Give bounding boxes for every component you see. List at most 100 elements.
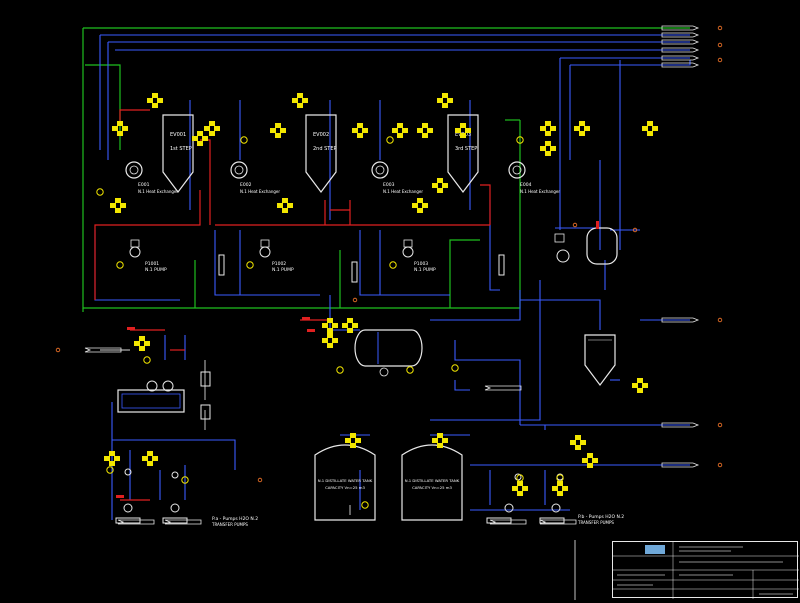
pump-group-left (115, 468, 188, 524)
line-marker (55, 347, 61, 353)
evaporator-label: 1st STEP (170, 146, 192, 152)
heat-exchanger-e001: E001 N.1 Heat Exchanger (125, 161, 178, 194)
line-marker (717, 25, 723, 31)
heat-exchanger-tag: E002 (240, 182, 252, 188)
heat-exchanger-label: N.1 Heat Exchanger (138, 189, 178, 194)
off-page-connectors (84, 25, 700, 525)
pump-group-note: TRANSFER PUMPS (577, 520, 614, 525)
line-marker (257, 477, 263, 483)
instrument-cluster (352, 123, 368, 138)
instrument-cluster (540, 121, 556, 136)
pump-p1003: P1003 N.1 PUMP (402, 239, 436, 273)
condensate-receiver (554, 227, 618, 265)
pump-p1001: P1001 N.1 PUMP (129, 239, 167, 273)
pump-label: N.1 PUMP (272, 267, 294, 273)
pid-diagram: EV001 1st STEP EV002 2nd STEP EV003 3rd … (55, 25, 723, 600)
instrument-cluster (204, 121, 220, 136)
instrument-cluster (417, 123, 433, 138)
heat-exchanger-tag: E001 (138, 182, 150, 188)
instrument-cluster (134, 336, 150, 351)
instrument-bubble (406, 366, 414, 374)
instrument-cluster (142, 451, 158, 466)
instrument-bubble (361, 501, 369, 509)
pump-group-note: TRANSFER PUMPS (211, 522, 248, 527)
instrument-bubble (116, 261, 124, 269)
instrument-cluster (292, 93, 308, 108)
instrument-cluster (192, 131, 208, 146)
heat-exchanger-label: N.1 Heat Exchanger (240, 189, 280, 194)
instrument-bubble (96, 188, 104, 196)
line-marker (717, 42, 723, 48)
distillate-tank-1: N.1 DISTILLATE WATER TANK CAPACITY Vn=25… (314, 444, 376, 521)
evaporator-label: 2nd STEP (313, 146, 337, 152)
instrument-bubble (386, 136, 394, 144)
heat-exchanger-e004: E004 N.1 Heat Exchanger (508, 161, 560, 194)
title-block-grid (613, 542, 799, 599)
tank-capacity: CAPACITY Vn=25 m3 (325, 485, 365, 490)
cyclone-separator (584, 334, 616, 386)
title-block (612, 541, 799, 599)
instrument-cluster (412, 198, 428, 213)
instrument-cluster (582, 453, 598, 468)
instrument-cluster (277, 198, 293, 213)
heat-exchanger-e002: E002 N.1 Heat Exchanger (230, 161, 280, 194)
pump-p1002: P1002 N.1 PUMP (259, 239, 294, 273)
tank-label: N.1 DISTILLATE WATER TANK (318, 478, 373, 483)
instrument-cluster (110, 198, 126, 213)
instrument-cluster (437, 93, 453, 108)
instrument-cluster (552, 481, 568, 496)
instrument-bubble (516, 474, 524, 482)
line-marker (717, 317, 723, 323)
instrument-bubble (389, 261, 397, 269)
instrument-cluster (270, 123, 286, 138)
line-marker (717, 422, 723, 428)
instrument-bubble (143, 356, 151, 364)
evaporator-ev001: EV001 1st STEP (162, 114, 194, 193)
instrument-cluster (392, 123, 408, 138)
red-pipe-network (94, 109, 491, 501)
line-marker (717, 462, 723, 468)
pump-tag: P1002 (272, 261, 286, 267)
instrument-bubble (246, 261, 254, 269)
pump-label: N.1 PUMP (145, 267, 167, 273)
instrument-cluster (642, 121, 658, 136)
tank-label: N.1 DISTILLATE WATER TANK (405, 478, 460, 483)
white-lines (100, 349, 576, 600)
company-logo (645, 545, 665, 554)
instrument-cluster (322, 333, 338, 348)
instrument-cluster (570, 435, 586, 450)
instrument-tags (96, 93, 658, 509)
line-marker (352, 297, 358, 303)
instrument-cluster (512, 481, 528, 496)
green-pipe-network (82, 27, 690, 312)
blue-pipe-network (94, 34, 691, 520)
heat-exchanger-e003: E003 N.1 Heat Exchanger (371, 161, 423, 194)
instrument-cluster (540, 141, 556, 156)
heat-exchanger-tag: E004 (520, 182, 532, 188)
instrument-cluster (632, 378, 648, 393)
instrument-cluster (432, 178, 448, 193)
heat-exchanger-label: N.1 Heat Exchanger (520, 189, 560, 194)
evaporator-label: 3rd STEP (455, 146, 477, 152)
instrument-bubble (451, 364, 459, 372)
evaporator-tag: EV001 (170, 132, 186, 138)
heat-exchanger-label: N.1 Heat Exchanger (383, 189, 423, 194)
instrument-cluster (342, 318, 358, 333)
pump-label: N.1 PUMP (414, 267, 436, 273)
instrument-bubble (240, 136, 248, 144)
tank-capacity: CAPACITY Vn=25 m3 (412, 485, 452, 490)
pump-tag: P1003 (414, 261, 428, 267)
pump-group-right (486, 473, 565, 524)
sight-glasses (218, 254, 505, 283)
evaporator-ev002: EV002 2nd STEP (305, 114, 337, 193)
heat-exchanger-tag: E003 (383, 182, 395, 188)
pump-tag: P1001 (145, 261, 159, 267)
evaporator-tag: EV002 (313, 132, 329, 138)
cooling-tank-box (117, 371, 211, 420)
distillate-tank-2: N.1 DISTILLATE WATER TANK CAPACITY Vn=25… (401, 444, 463, 521)
instrument-bubble (336, 366, 344, 374)
instrument-cluster (147, 93, 163, 108)
horizontal-tank (354, 329, 423, 377)
off-page-connector (484, 385, 522, 391)
instrument-cluster (574, 121, 590, 136)
